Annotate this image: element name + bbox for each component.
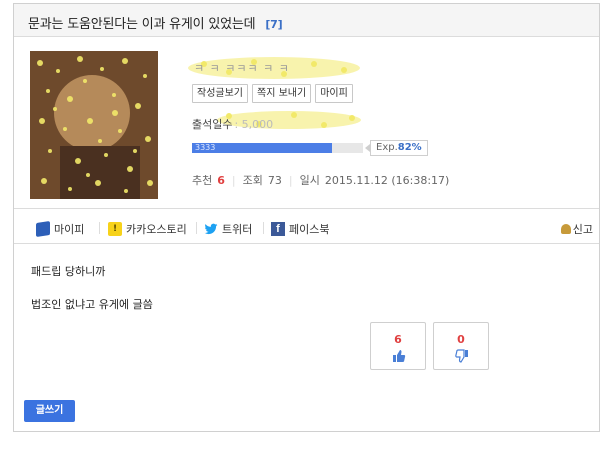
kakaostory-icon: !	[108, 222, 122, 236]
recommend-count: 6	[217, 173, 225, 187]
post-title-text: 문과는 도움안된다는 이과 유게이 있었는데	[28, 17, 256, 32]
downvote-button[interactable]: 0	[433, 322, 489, 370]
share-bar: 마이피 ! 카카오스토리 트위터 f 페이스북 신고	[14, 208, 599, 244]
facebook-icon: f	[271, 222, 285, 236]
comment-count[interactable]: [7]	[265, 18, 282, 31]
twitter-icon	[204, 222, 218, 236]
share-kakao-label: 카카오스토리	[126, 223, 187, 236]
share-mypi-label: 마이피	[54, 223, 85, 236]
exp-bar-track: 3333	[192, 143, 363, 153]
write-button[interactable]: 글쓰기	[24, 400, 75, 422]
mypi-button[interactable]: 마이피	[315, 84, 353, 103]
share-divider	[196, 222, 197, 234]
share-divider	[263, 222, 264, 234]
share-divider	[99, 222, 100, 234]
exp-badge: Exp.82%	[365, 140, 428, 156]
exp-label: Exp.	[376, 142, 398, 153]
exp-meter: 3333 Exp.82%	[192, 140, 442, 156]
share-facebook[interactable]: f 페이스북	[271, 221, 329, 237]
post-stats: 추천 6 | 조회 73 | 일시 2015.11.12 (16:38:17)	[192, 172, 449, 188]
share-twitter[interactable]: 트위터	[204, 221, 252, 237]
report-icon	[560, 224, 571, 234]
share-kakao[interactable]: ! 카카오스토리	[108, 221, 187, 237]
views-label: 조회	[242, 174, 263, 187]
share-facebook-label: 페이스북	[289, 223, 330, 236]
attendance-value: : 5,000	[234, 118, 274, 131]
post-title-bar: 문과는 도움안된다는 이과 유게이 있었는데 [7]	[14, 4, 599, 37]
downvote-count: 0	[457, 333, 465, 346]
attendance-label: 출석일수	[192, 118, 233, 131]
recommend-label: 추천	[192, 174, 213, 187]
author-nickname[interactable]: ㅋ ㅋ ㅋㅋㅋ ㅋ ㅋ	[194, 60, 344, 76]
report-button[interactable]: 신고	[560, 221, 593, 237]
attendance: 출석일수: 5,000	[192, 116, 273, 132]
post-panel: 문과는 도움안된다는 이과 유게이 있었는데 [7] ㅋ ㅋ ㅋㅋㅋ ㅋ ㅋ 작…	[13, 3, 600, 432]
upvote-count: 6	[394, 333, 402, 346]
send-message-button[interactable]: 쪽지 보내기	[252, 84, 312, 103]
stats-divider: |	[231, 173, 236, 187]
thumbs-down-icon	[455, 349, 468, 363]
post-date: 2015.11.12 (16:38:17)	[324, 173, 450, 187]
mypi-icon	[36, 221, 50, 237]
views-count: 73	[267, 173, 282, 187]
share-twitter-label: 트위터	[222, 223, 253, 236]
report-label: 신고	[572, 223, 593, 236]
post-title: 문과는 도움안된다는 이과 유게이 있었는데 [7]	[28, 13, 283, 32]
post-body-line: 법조인 없냐고 유게에 글씀	[31, 298, 153, 311]
upvote-button[interactable]: 6	[370, 322, 426, 370]
stats-divider: |	[288, 173, 293, 187]
author-avatar[interactable]	[30, 51, 158, 199]
post-body-line: 패드립 당하니까	[31, 265, 106, 278]
exp-bar-label: 3333	[195, 143, 216, 152]
share-mypi[interactable]: 마이피	[36, 221, 84, 237]
author-button-row: 작성글보기 쪽지 보내기 마이피	[192, 84, 353, 103]
view-posts-button[interactable]: 작성글보기	[192, 84, 248, 103]
exp-percent: 82%	[397, 142, 422, 153]
date-label: 일시	[299, 174, 320, 187]
thumbs-up-icon	[393, 350, 406, 362]
